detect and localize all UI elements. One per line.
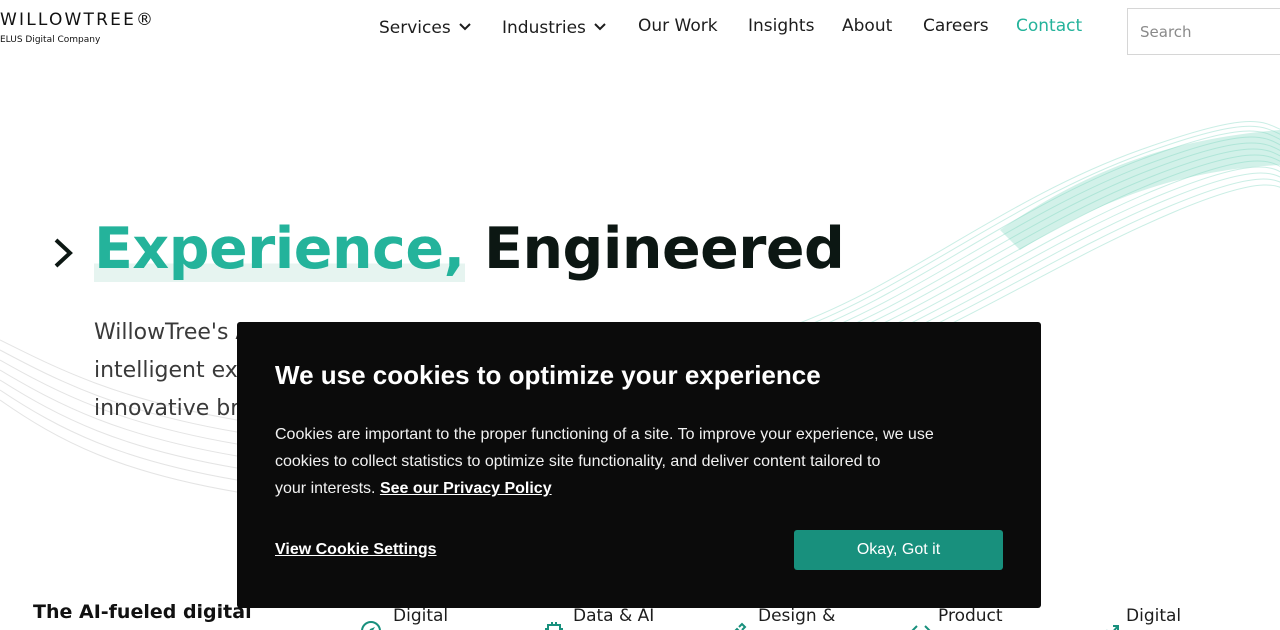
- capability-label: Digital: [393, 606, 449, 626]
- nav-item-about[interactable]: About: [842, 16, 892, 36]
- code-icon: [911, 625, 931, 630]
- nav-item-insights[interactable]: Insights: [748, 16, 814, 36]
- cookie-body-line: cookies to collect statistics to optimiz…: [275, 453, 881, 470]
- capabilities-heading: The AI-fueled digital: [33, 601, 252, 623]
- cookie-consent-dialog: We use cookies to optimize your experien…: [237, 322, 1041, 608]
- nav-item-label: Services: [379, 18, 451, 38]
- capability-label: Data & AI: [573, 606, 655, 626]
- chevron-down-icon: [594, 16, 606, 36]
- cookie-body-line: your interests. See our Privacy Policy: [275, 475, 995, 502]
- hero-title: Experience, Engineered: [94, 216, 845, 282]
- capability-item[interactable]: Digital: [361, 606, 449, 630]
- capability-item[interactable]: Design &: [734, 606, 836, 630]
- capability-item[interactable]: Product: [911, 606, 1003, 630]
- chevron-right-icon: [54, 238, 73, 268]
- cookie-dialog-title: We use cookies to optimize your experien…: [275, 360, 821, 390]
- capability-label: Product: [938, 606, 1003, 626]
- privacy-policy-link[interactable]: See our Privacy Policy: [380, 480, 552, 497]
- cookie-body-text: your interests.: [275, 480, 376, 497]
- capability-item[interactable]: Data & AI: [545, 606, 655, 630]
- pen-icon: [734, 622, 747, 630]
- view-cookie-settings-link[interactable]: View Cookie Settings: [275, 541, 437, 559]
- nav-item-services[interactable]: Services: [379, 16, 471, 38]
- compass-icon: [361, 621, 381, 630]
- nav-item-our-work[interactable]: Our Work: [638, 16, 718, 36]
- hero-title-rest: Engineered: [484, 216, 845, 282]
- nav-item-label: Industries: [502, 18, 586, 38]
- search-box: [1127, 8, 1280, 55]
- cookie-body-line: Cookies are important to the proper func…: [275, 426, 934, 443]
- search-input[interactable]: [1128, 9, 1280, 54]
- main-nav: Services Industries Our Work Insights Ab…: [0, 16, 1280, 40]
- capability-label: Design &: [758, 606, 836, 626]
- cookie-dialog-body: Cookies are important to the proper func…: [275, 421, 995, 502]
- chevron-down-icon: [458, 16, 471, 36]
- capability-label: Digital: [1126, 606, 1182, 626]
- nav-item-industries[interactable]: Industries: [502, 16, 606, 38]
- hero-title-accent: Experience,: [94, 216, 465, 282]
- capability-item[interactable]: Digital: [1106, 606, 1182, 630]
- nav-item-careers[interactable]: Careers: [923, 16, 989, 36]
- nav-item-contact[interactable]: Contact: [1016, 16, 1082, 36]
- accept-cookies-button[interactable]: Okay, Got it: [794, 530, 1003, 570]
- trend-icon: [1106, 625, 1119, 630]
- chip-icon: [545, 622, 563, 630]
